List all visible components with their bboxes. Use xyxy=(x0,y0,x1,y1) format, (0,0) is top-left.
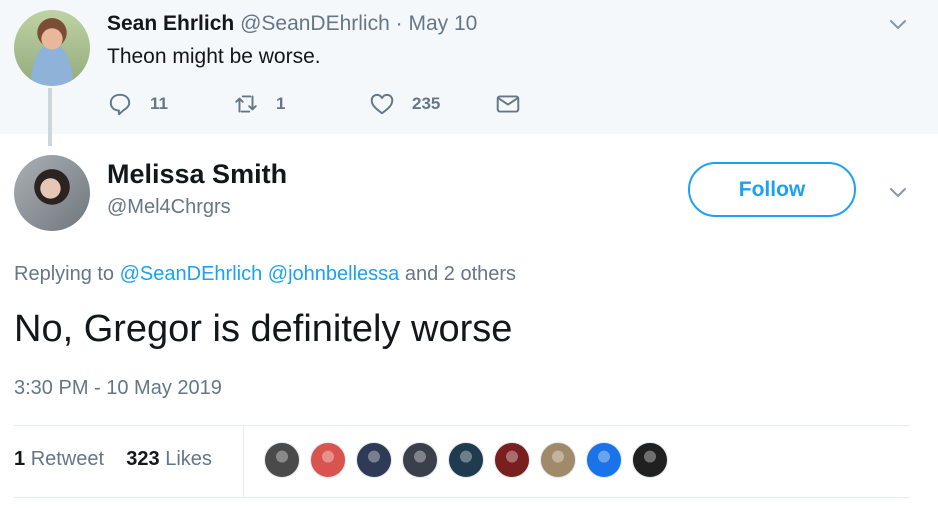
likes-count: 323 xyxy=(126,448,160,470)
chevron-down-icon[interactable] xyxy=(886,180,910,204)
thread-connector-line xyxy=(48,88,52,146)
liker-avatar[interactable] xyxy=(264,442,300,478)
retweet-icon xyxy=(235,95,257,113)
retweets-stat[interactable]: 1 Retweet xyxy=(14,448,104,470)
reply-count: 11 xyxy=(150,94,168,113)
tweet-timestamp[interactable]: 3:30 PM - 10 May 2019 xyxy=(14,377,222,400)
liker-avatar[interactable] xyxy=(540,442,576,478)
retweet-count: 1 xyxy=(276,94,286,113)
follow-button[interactable]: Follow xyxy=(688,162,856,217)
replying-others[interactable]: and 2 others xyxy=(405,263,516,285)
replying-prefix: Replying to xyxy=(14,263,115,285)
retweet-button[interactable]: 1 xyxy=(233,88,285,120)
parent-tweet-text: Theon might be worse. xyxy=(107,45,321,68)
tweet-stats: 1 Retweet 323 Likes xyxy=(14,448,212,471)
reply-icon xyxy=(109,93,131,116)
parent-tweet-header: Sean Ehrlich @SeanDEhrlich · May 10 xyxy=(107,12,477,36)
liker-avatar[interactable] xyxy=(586,442,622,478)
parent-tweet-date[interactable]: May 10 xyxy=(408,12,477,35)
stats-divider-top xyxy=(14,425,910,426)
like-button[interactable]: 235 xyxy=(369,88,440,120)
parent-author-name[interactable]: Sean Ehrlich xyxy=(107,12,234,35)
chevron-down-icon[interactable] xyxy=(886,12,910,36)
parent-tweet[interactable]: Sean Ehrlich @SeanDEhrlich · May 10 Theo… xyxy=(0,0,938,134)
liker-avatar[interactable] xyxy=(494,442,530,478)
parent-tweet-actions: 11 1 235 xyxy=(107,88,547,120)
reply-button[interactable]: 11 xyxy=(107,88,168,120)
main-author-name[interactable]: Melissa Smith xyxy=(107,159,287,190)
likes-label: Likes xyxy=(165,448,212,470)
envelope-icon xyxy=(496,95,520,113)
mention-link[interactable]: @johnbellessa xyxy=(268,263,400,285)
liker-avatar[interactable] xyxy=(632,442,668,478)
parent-author-handle[interactable]: @SeanDEhrlich xyxy=(240,12,390,35)
parent-author-avatar[interactable] xyxy=(14,10,90,86)
main-author-handle[interactable]: @Mel4Chrgrs xyxy=(107,196,231,219)
replying-to: Replying to @SeanDEhrlich @johnbellessa … xyxy=(14,263,516,286)
main-tweet-text: No, Gregor is definitely worse xyxy=(14,308,513,350)
direct-message-button[interactable] xyxy=(495,88,521,120)
stats-divider-bottom xyxy=(14,497,910,498)
retweets-label: Retweet xyxy=(30,448,105,470)
mention-link[interactable]: @SeanDEhrlich xyxy=(120,263,263,285)
liker-avatars xyxy=(264,442,678,478)
liker-avatar[interactable] xyxy=(402,442,438,478)
retweets-count: 1 xyxy=(14,448,26,470)
heart-icon xyxy=(370,93,394,115)
main-author-avatar[interactable] xyxy=(14,155,90,231)
like-count: 235 xyxy=(412,94,441,113)
header-separator: · xyxy=(395,12,403,35)
liker-avatar[interactable] xyxy=(356,442,392,478)
liker-avatar[interactable] xyxy=(448,442,484,478)
likes-stat[interactable]: 323 Likes xyxy=(126,448,212,470)
liker-avatar[interactable] xyxy=(310,442,346,478)
stats-divider-vertical xyxy=(243,426,244,497)
